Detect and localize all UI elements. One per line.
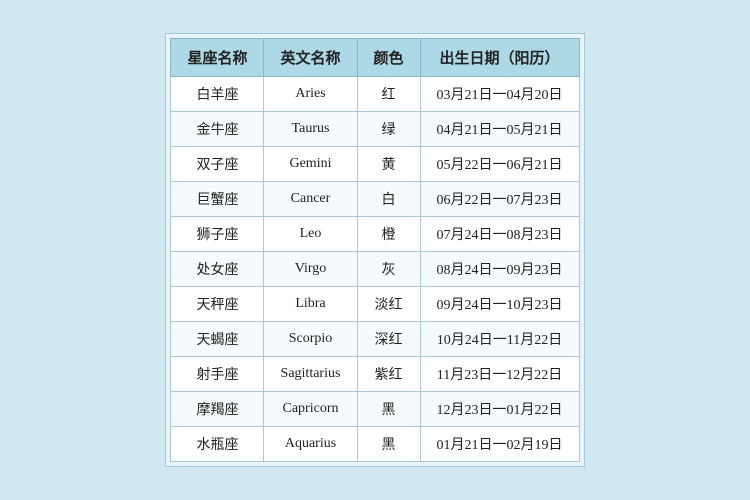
cell-chinese-name: 摩羯座 — [171, 392, 264, 427]
cell-english-name: Leo — [264, 217, 357, 252]
cell-dates: 12月23日一01月22日 — [420, 392, 579, 427]
cell-english-name: Sagittarius — [264, 357, 357, 392]
cell-dates: 08月24日一09月23日 — [420, 252, 579, 287]
table-row: 水瓶座Aquarius黑01月21日一02月19日 — [171, 427, 579, 462]
cell-chinese-name: 狮子座 — [171, 217, 264, 252]
cell-dates: 01月21日一02月19日 — [420, 427, 579, 462]
cell-chinese-name: 双子座 — [171, 147, 264, 182]
cell-english-name: Scorpio — [264, 322, 357, 357]
cell-english-name: Taurus — [264, 112, 357, 147]
cell-english-name: Virgo — [264, 252, 357, 287]
cell-chinese-name: 水瓶座 — [171, 427, 264, 462]
header-color: 颜色 — [357, 39, 420, 77]
cell-english-name: Cancer — [264, 182, 357, 217]
cell-english-name: Aquarius — [264, 427, 357, 462]
cell-chinese-name: 处女座 — [171, 252, 264, 287]
header-chinese-name: 星座名称 — [171, 39, 264, 77]
table-row: 摩羯座Capricorn黑12月23日一01月22日 — [171, 392, 579, 427]
table-row: 金牛座Taurus绿04月21日一05月21日 — [171, 112, 579, 147]
cell-dates: 09月24日一10月23日 — [420, 287, 579, 322]
header-english-name: 英文名称 — [264, 39, 357, 77]
cell-color: 淡红 — [357, 287, 420, 322]
cell-color: 灰 — [357, 252, 420, 287]
cell-english-name: Aries — [264, 77, 357, 112]
cell-color: 黑 — [357, 427, 420, 462]
cell-chinese-name: 天秤座 — [171, 287, 264, 322]
cell-color: 深红 — [357, 322, 420, 357]
cell-color: 紫红 — [357, 357, 420, 392]
zodiac-table-container: 星座名称 英文名称 颜色 出生日期（阳历） 白羊座Aries红03月21日一04… — [165, 33, 584, 467]
cell-color: 白 — [357, 182, 420, 217]
table-row: 白羊座Aries红03月21日一04月20日 — [171, 77, 579, 112]
cell-chinese-name: 巨蟹座 — [171, 182, 264, 217]
header-dates: 出生日期（阳历） — [420, 39, 579, 77]
cell-dates: 04月21日一05月21日 — [420, 112, 579, 147]
cell-dates: 07月24日一08月23日 — [420, 217, 579, 252]
cell-color: 黄 — [357, 147, 420, 182]
table-row: 双子座Gemini黄05月22日一06月21日 — [171, 147, 579, 182]
table-header-row: 星座名称 英文名称 颜色 出生日期（阳历） — [171, 39, 579, 77]
cell-chinese-name: 天蝎座 — [171, 322, 264, 357]
table-row: 巨蟹座Cancer白06月22日一07月23日 — [171, 182, 579, 217]
cell-dates: 11月23日一12月22日 — [420, 357, 579, 392]
table-row: 天秤座Libra淡红09月24日一10月23日 — [171, 287, 579, 322]
cell-color: 黑 — [357, 392, 420, 427]
cell-color: 红 — [357, 77, 420, 112]
table-body: 白羊座Aries红03月21日一04月20日金牛座Taurus绿04月21日一0… — [171, 77, 579, 462]
cell-dates: 03月21日一04月20日 — [420, 77, 579, 112]
cell-chinese-name: 射手座 — [171, 357, 264, 392]
table-row: 天蝎座Scorpio深红10月24日一11月22日 — [171, 322, 579, 357]
table-row: 狮子座Leo橙07月24日一08月23日 — [171, 217, 579, 252]
cell-english-name: Gemini — [264, 147, 357, 182]
cell-chinese-name: 金牛座 — [171, 112, 264, 147]
cell-dates: 05月22日一06月21日 — [420, 147, 579, 182]
cell-dates: 06月22日一07月23日 — [420, 182, 579, 217]
cell-color: 绿 — [357, 112, 420, 147]
cell-english-name: Libra — [264, 287, 357, 322]
table-row: 处女座Virgo灰08月24日一09月23日 — [171, 252, 579, 287]
cell-english-name: Capricorn — [264, 392, 357, 427]
table-row: 射手座Sagittarius紫红11月23日一12月22日 — [171, 357, 579, 392]
cell-color: 橙 — [357, 217, 420, 252]
cell-dates: 10月24日一11月22日 — [420, 322, 579, 357]
cell-chinese-name: 白羊座 — [171, 77, 264, 112]
zodiac-table: 星座名称 英文名称 颜色 出生日期（阳历） 白羊座Aries红03月21日一04… — [170, 38, 579, 462]
